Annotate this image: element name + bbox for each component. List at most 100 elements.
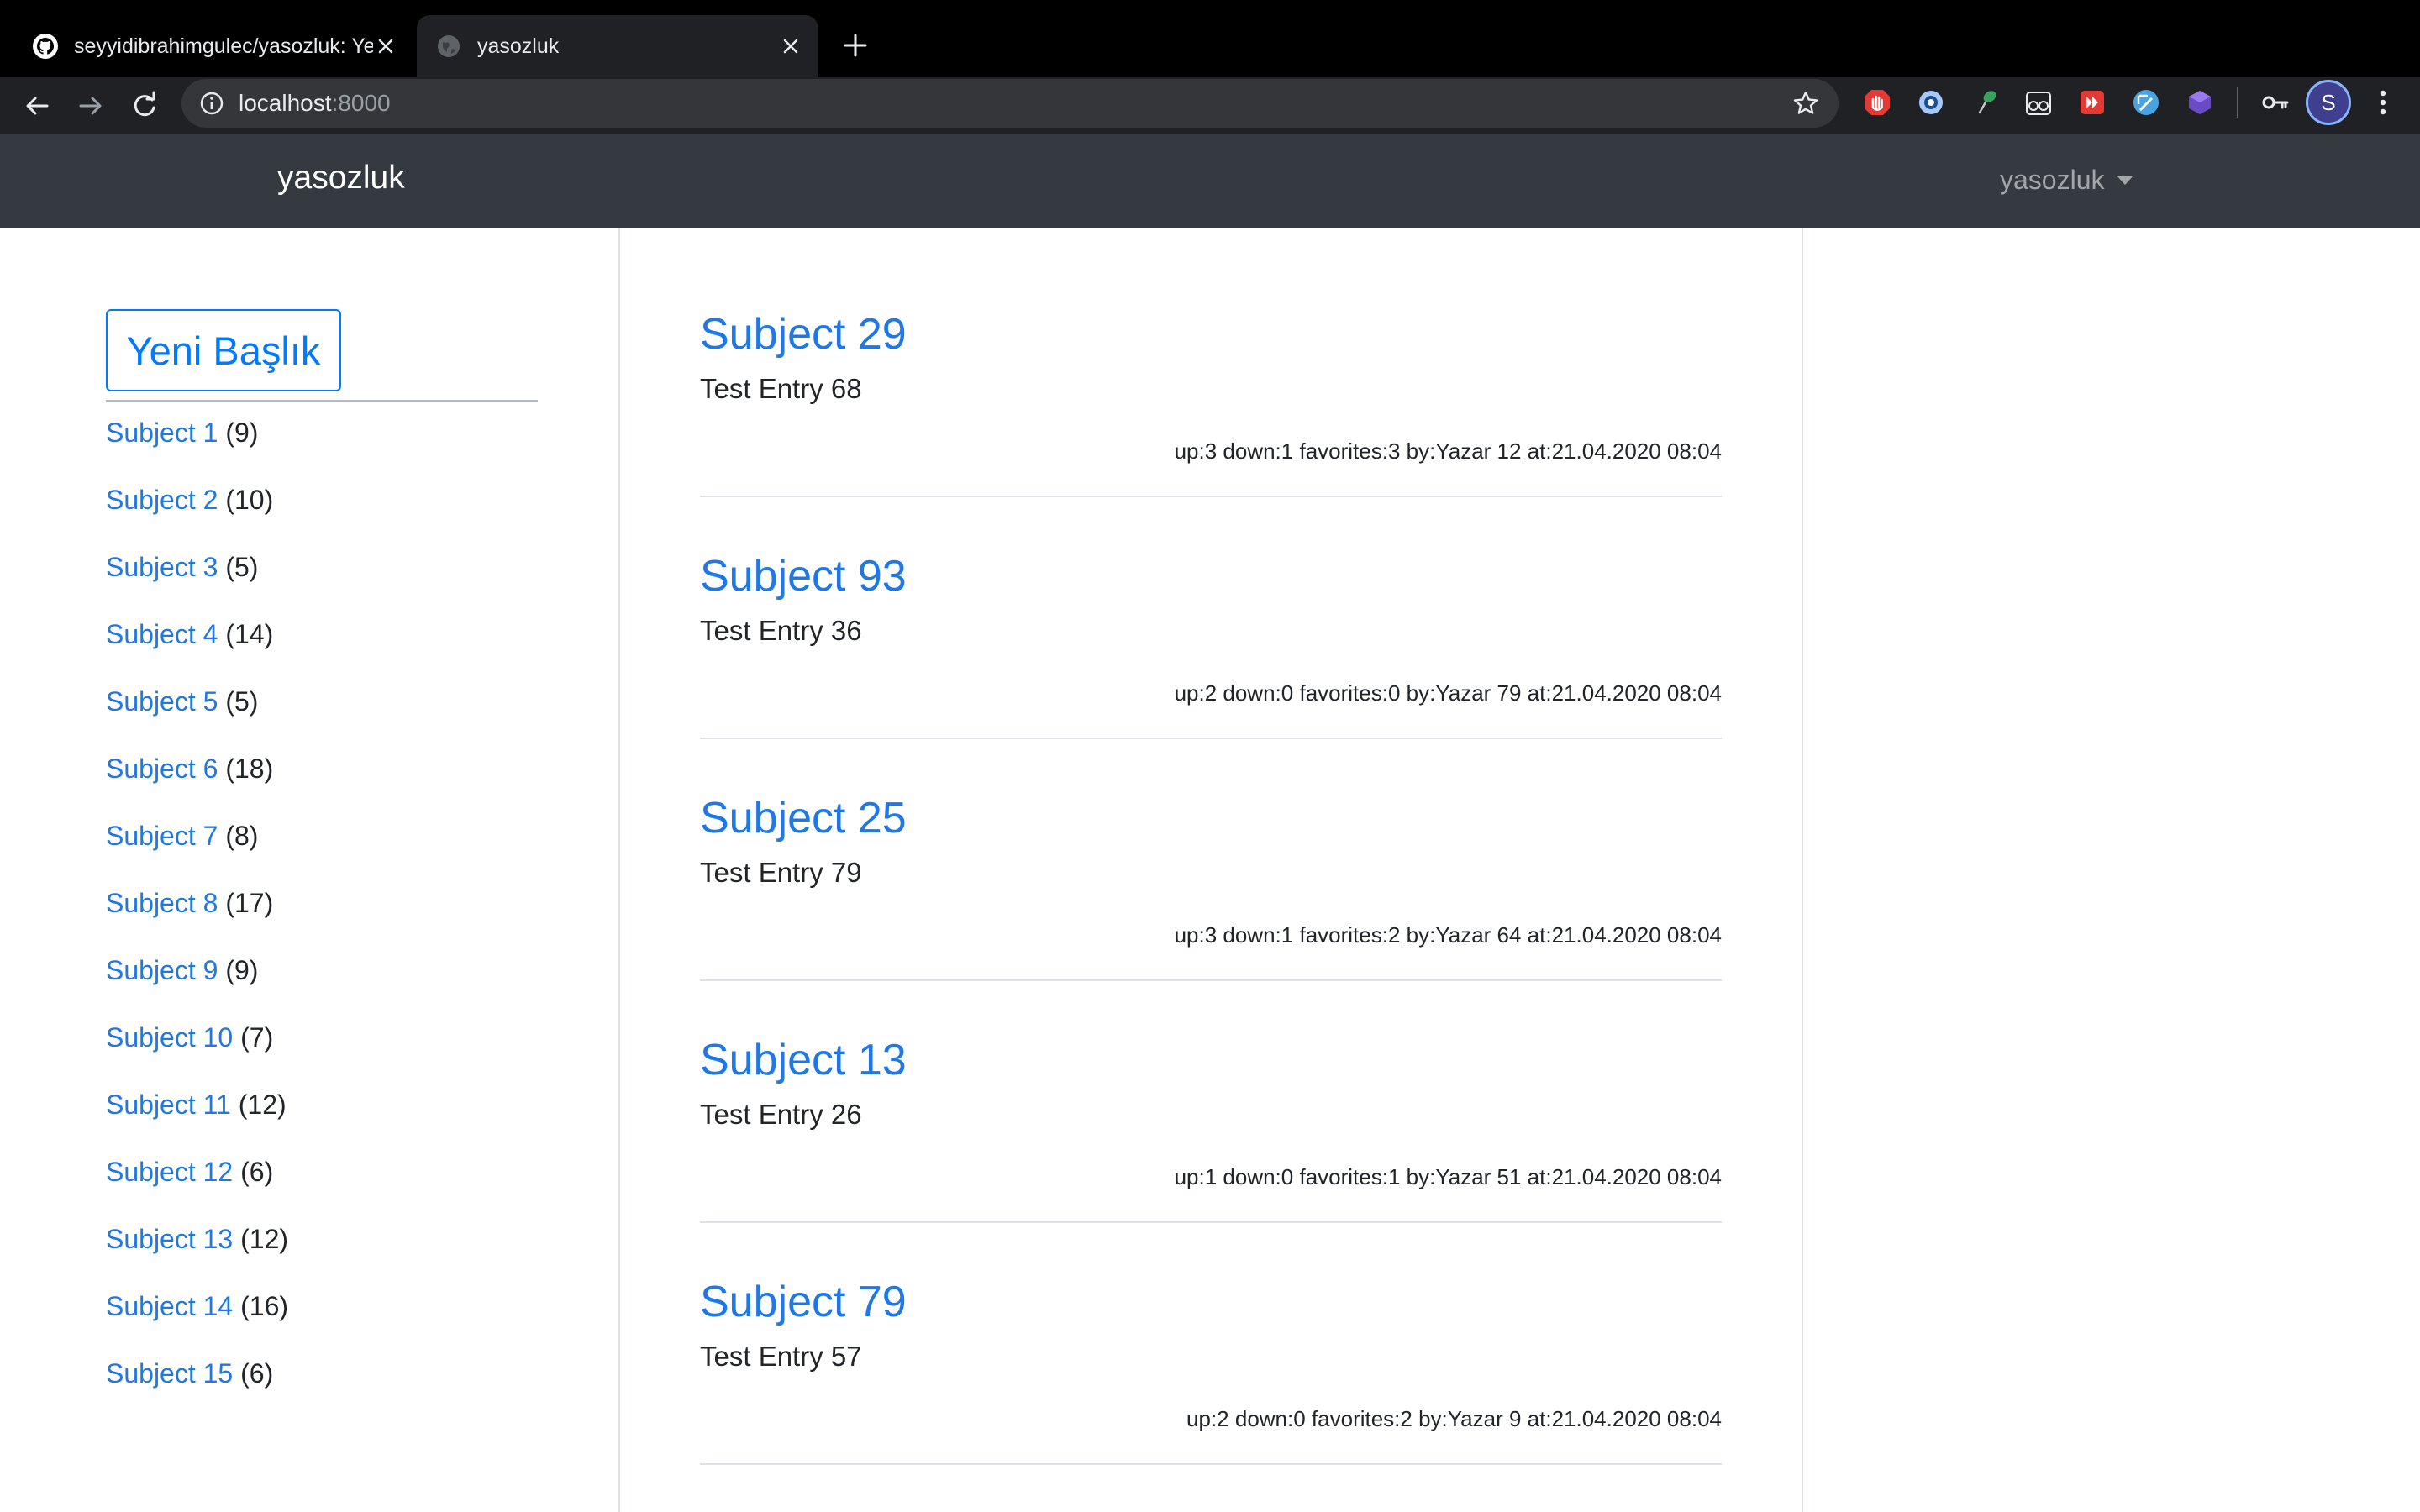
- browser-tab-strip: seyyidibrahimgulec/yasozluk: Ye yasozluk: [0, 0, 2420, 77]
- subject-link[interactable]: Subject 3: [106, 552, 218, 582]
- bookmark-star-icon[interactable]: [1791, 89, 1820, 118]
- entry-text: Test Entry 79: [700, 857, 862, 888]
- tab-title: yasozluk: [477, 34, 560, 58]
- entry-text: Test Entry 36: [700, 615, 862, 646]
- subject-count: (18): [225, 753, 274, 784]
- user-dropdown[interactable]: yasozluk: [2000, 165, 2133, 196]
- url-port: :8000: [331, 90, 391, 116]
- globe-icon: [438, 35, 460, 57]
- forward-arrow-icon[interactable]: [74, 89, 108, 123]
- list-item: Subject 14 (16): [106, 1284, 288, 1351]
- subject-link[interactable]: Subject 2: [106, 485, 218, 515]
- entry-subject-link[interactable]: Subject 29: [700, 309, 907, 360]
- list-item: Subject 12 (6): [106, 1149, 288, 1216]
- subject-link[interactable]: Subject 14: [106, 1291, 233, 1321]
- subject-link[interactable]: Subject 5: [106, 686, 218, 717]
- list-item: Subject 8 (17): [106, 880, 288, 948]
- new-topic-button[interactable]: Yeni Başlık: [106, 309, 341, 391]
- list-item: Subject 3 (5): [106, 544, 288, 612]
- subject-link[interactable]: Subject 11: [106, 1089, 231, 1120]
- entry-feed: Subject 29 Test Entry 68 up:3 down:1 fav…: [700, 294, 1722, 1504]
- toolbar-separator: [2237, 87, 2238, 118]
- subject-count: (6): [240, 1358, 274, 1389]
- back-arrow-icon[interactable]: [20, 89, 54, 123]
- subject-count: (9): [225, 955, 259, 985]
- subject-count: (5): [225, 686, 259, 717]
- entry-card: Subject 79 Test Entry 57 up:2 down:0 fav…: [700, 1262, 1722, 1504]
- more-options-icon[interactable]: [2371, 86, 2395, 119]
- screenshot-extension-icon[interactable]: [2131, 87, 2161, 118]
- leaf-extension-icon[interactable]: [1971, 87, 2002, 118]
- entry-meta: up:2 down:0 favorites:0 by:Yazar 79 at:2…: [1174, 680, 1722, 706]
- column-divider-right: [1802, 228, 1803, 1512]
- entry-divider: [700, 738, 1722, 739]
- entry-subject-link[interactable]: Subject 79: [700, 1277, 907, 1327]
- subject-count: (10): [225, 485, 274, 515]
- new-tab-icon[interactable]: [839, 29, 872, 62]
- entry-divider: [700, 496, 1722, 497]
- reload-icon[interactable]: [128, 89, 161, 123]
- address-bar[interactable]: localhost:8000: [182, 79, 1839, 128]
- subject-link[interactable]: Subject 6: [106, 753, 218, 784]
- media-extension-icon[interactable]: [2077, 87, 2107, 118]
- subject-link[interactable]: Subject 15: [106, 1358, 233, 1389]
- subject-count: (9): [225, 417, 259, 448]
- list-item: Subject 9 (9): [106, 948, 288, 1015]
- site-brand-link[interactable]: yasozluk: [277, 160, 405, 197]
- entry-divider: [700, 1463, 1722, 1465]
- reader-glasses-icon[interactable]: [2023, 87, 2054, 118]
- subject-count: (5): [225, 552, 259, 582]
- subject-link[interactable]: Subject 1: [106, 417, 218, 448]
- list-item: Subject 11 (12): [106, 1082, 288, 1149]
- subject-link[interactable]: Subject 10: [106, 1022, 233, 1053]
- privacy-badger-icon[interactable]: [1916, 87, 1946, 118]
- entry-card: Subject 25 Test Entry 79 up:3 down:1 fav…: [700, 778, 1722, 1020]
- caret-down-icon: [2116, 176, 2133, 185]
- entry-subject-link[interactable]: Subject 93: [700, 551, 907, 601]
- subject-count: (7): [240, 1022, 274, 1053]
- entry-subject-link[interactable]: Subject 13: [700, 1035, 907, 1085]
- entry-divider: [700, 979, 1722, 981]
- entry-meta: up:1 down:0 favorites:1 by:Yazar 51 at:2…: [1174, 1164, 1722, 1189]
- entry-text: Test Entry 57: [700, 1341, 862, 1372]
- key-icon[interactable]: [2260, 87, 2291, 118]
- subject-count: (16): [240, 1291, 289, 1321]
- entry-text: Test Entry 26: [700, 1099, 862, 1130]
- browser-tab-yasozluk[interactable]: yasozluk: [417, 15, 818, 77]
- subject-link[interactable]: Subject 4: [106, 619, 218, 649]
- github-icon: [33, 34, 58, 59]
- list-item: Subject 1 (9): [106, 410, 288, 477]
- list-item: Subject 6 (18): [106, 746, 288, 813]
- url-text[interactable]: localhost:8000: [239, 90, 391, 117]
- list-item: Subject 4 (14): [106, 612, 288, 679]
- subject-count: (6): [240, 1157, 274, 1187]
- subject-count: (12): [240, 1224, 289, 1254]
- subject-link[interactable]: Subject 9: [106, 955, 218, 985]
- info-icon[interactable]: [198, 90, 225, 117]
- list-item: Subject 13 (12): [106, 1216, 288, 1284]
- crystal-extension-icon[interactable]: [2185, 87, 2215, 118]
- close-icon[interactable]: [373, 34, 398, 59]
- adblock-icon[interactable]: [1862, 87, 1892, 118]
- subject-count: (8): [225, 821, 259, 851]
- entry-meta: up:3 down:1 favorites:3 by:Yazar 12 at:2…: [1174, 438, 1722, 464]
- entry-divider: [700, 1221, 1722, 1223]
- subject-link[interactable]: Subject 7: [106, 821, 218, 851]
- subject-count: (17): [225, 888, 274, 918]
- sidebar-divider: [106, 400, 538, 402]
- profile-avatar[interactable]: S: [2306, 80, 2351, 125]
- entry-meta: up:2 down:0 favorites:2 by:Yazar 9 at:21…: [1186, 1406, 1722, 1431]
- list-item: Subject 2 (10): [106, 477, 288, 544]
- subject-link[interactable]: Subject 13: [106, 1224, 233, 1254]
- subject-link[interactable]: Subject 8: [106, 888, 218, 918]
- entry-card: Subject 13 Test Entry 26 up:1 down:0 fav…: [700, 1020, 1722, 1262]
- list-item: Subject 7 (8): [106, 813, 288, 880]
- browser-tab-github[interactable]: seyyidibrahimgulec/yasozluk: Ye: [17, 15, 412, 77]
- tab-title: seyyidibrahimgulec/yasozluk: Ye: [74, 34, 373, 58]
- subject-list: Subject 1 (9) Subject 2 (10) Subject 3 (…: [106, 410, 288, 1418]
- entry-card: Subject 29 Test Entry 68 up:3 down:1 fav…: [700, 294, 1722, 536]
- entry-subject-link[interactable]: Subject 25: [700, 793, 907, 843]
- close-icon[interactable]: [778, 34, 803, 59]
- subject-link[interactable]: Subject 12: [106, 1157, 233, 1187]
- entry-card: Subject 93 Test Entry 36 up:2 down:0 fav…: [700, 536, 1722, 778]
